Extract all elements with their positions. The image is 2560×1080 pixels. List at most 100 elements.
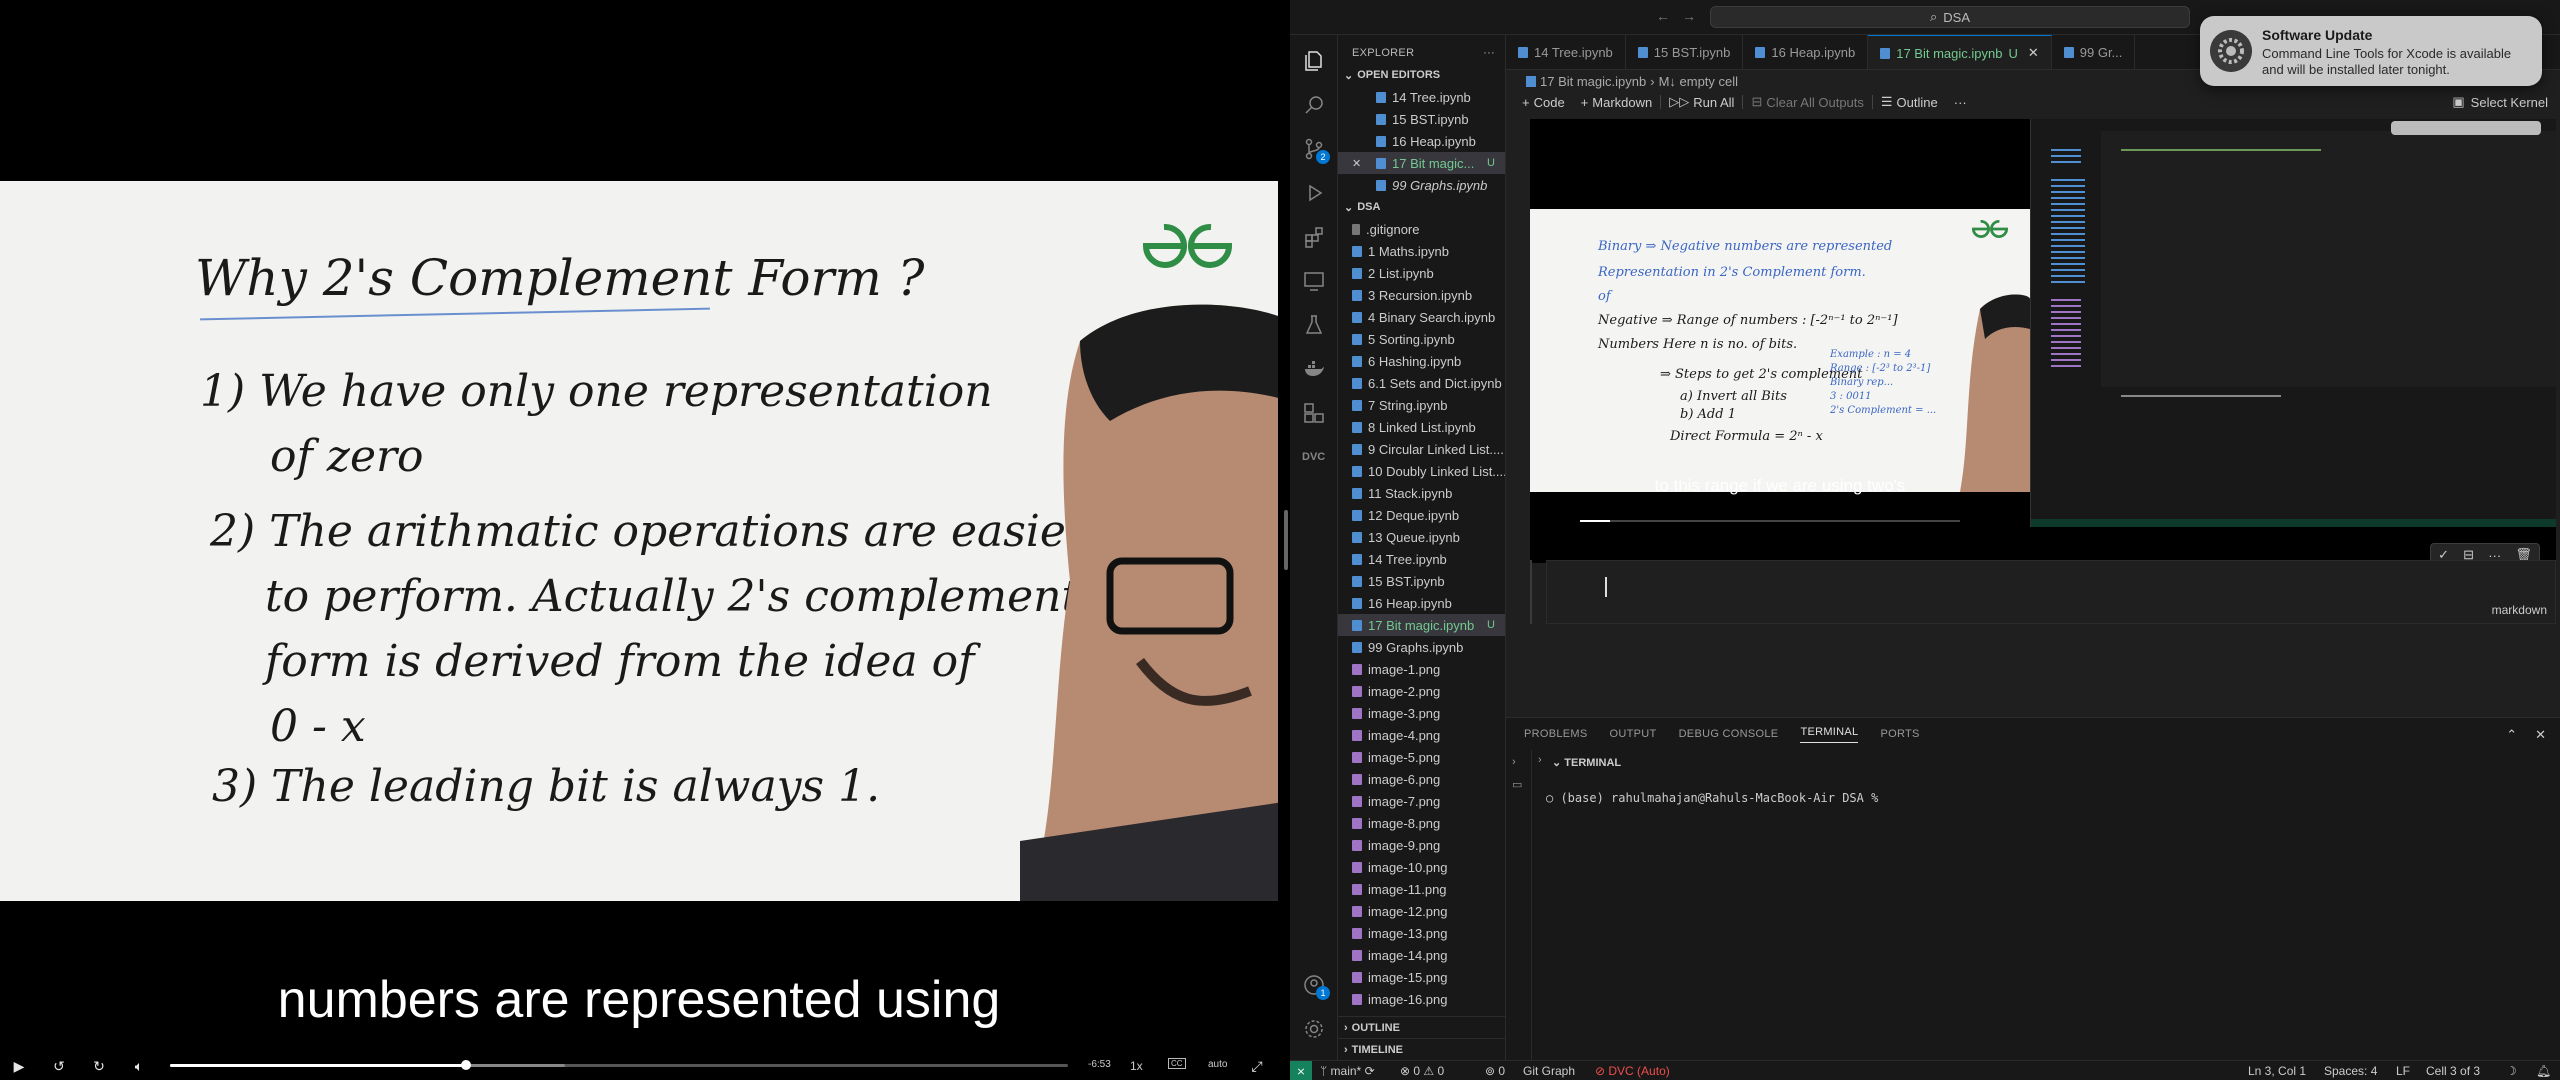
remote-indicator-icon[interactable]: ⨯ — [1290, 1061, 1312, 1080]
close-icon[interactable]: ✕ — [1352, 157, 1361, 170]
file-item[interactable]: 14 Tree.ipynb — [1338, 86, 1505, 108]
file-item[interactable]: 6.1 Sets and Dict.ipynb — [1338, 372, 1505, 394]
extensions-icon[interactable] — [1302, 225, 1326, 249]
file-item[interactable]: 16 Heap.ipynb — [1338, 130, 1505, 152]
feedback-icon[interactable]: ☽ — [2506, 1064, 2517, 1078]
file-item[interactable]: image-5.png — [1338, 746, 1505, 768]
branch-status[interactable]: ᛘ main* ⟳ — [1320, 1064, 1375, 1078]
video-progress-bar[interactable] — [170, 1060, 1068, 1070]
file-item[interactable]: image-4.png — [1338, 724, 1505, 746]
run-all-button[interactable]: ▷▷ Run All — [1661, 91, 1742, 113]
file-item[interactable]: image-16.png — [1338, 988, 1505, 1010]
terminal-icon[interactable]: ▭ — [1512, 778, 1522, 791]
file-item[interactable]: 8 Linked List.ipynb — [1338, 416, 1505, 438]
remote-explorer-icon[interactable] — [1302, 269, 1326, 293]
file-item[interactable]: 3 Recursion.ipynb — [1338, 284, 1505, 306]
panel-tab-debug-console[interactable]: DEBUG CONSOLE — [1679, 728, 1779, 740]
file-item[interactable]: 99 Graphs.ipynb — [1338, 636, 1505, 658]
more-actions-icon[interactable]: ··· — [1483, 47, 1495, 59]
file-item[interactable]: 9 Circular Linked List.... — [1338, 438, 1505, 460]
notifications-bell-icon[interactable]: 🔔︎ — [2536, 1064, 2551, 1078]
outline-section[interactable]: › OUTLINE — [1338, 1016, 1505, 1038]
ports-status[interactable]: ⊚ 0 — [1485, 1064, 1505, 1078]
open-editors-section[interactable]: ⌄ OPEN EDITORS — [1338, 64, 1505, 86]
file-item[interactable]: 17 Bit magic.ipynb U — [1338, 614, 1505, 636]
file-item[interactable]: image-3.png — [1338, 702, 1505, 724]
dvc-icon[interactable]: DVC — [1302, 445, 1326, 469]
video-frame[interactable]: Why 2's Complement Form ? 1) We have onl… — [0, 181, 1278, 901]
settings-gear-icon[interactable] — [1302, 1017, 1326, 1041]
more-actions-button[interactable]: ··· — [1946, 91, 1975, 113]
rewind-10-icon[interactable]: ↺ — [48, 1056, 70, 1076]
file-item[interactable]: 4 Binary Search.ipynb — [1338, 306, 1505, 328]
run-debug-icon[interactable] — [1302, 181, 1326, 205]
problems-status[interactable]: ⊗ 0 ⚠ 0 — [1400, 1064, 1444, 1078]
file-item[interactable]: 15 BST.ipynb — [1338, 570, 1505, 592]
add-markdown-cell-button[interactable]: + Markdown — [1573, 91, 1661, 113]
cell-indicator[interactable]: Cell 3 of 3 — [2426, 1064, 2480, 1078]
panel-tab-terminal[interactable]: TERMINAL — [1800, 726, 1859, 743]
file-item[interactable]: image-10.png — [1338, 856, 1505, 878]
end-of-line[interactable]: LF — [2396, 1064, 2410, 1078]
file-item[interactable]: image-15.png — [1338, 966, 1505, 988]
panel-tab-ports[interactable]: PORTS — [1880, 728, 1919, 740]
search-icon[interactable] — [1302, 93, 1326, 117]
select-kernel-button[interactable]: ▣ Select Kernel — [2452, 91, 2548, 113]
file-item[interactable]: 7 String.ipynb — [1338, 394, 1505, 416]
forward-arrow-icon[interactable]: → — [1682, 8, 1696, 24]
markdown-cell-editor[interactable]: markdown — [1546, 560, 2556, 624]
file-item[interactable]: 99 Graphs.ipynb — [1338, 174, 1505, 196]
file-item[interactable]: 2 List.ipynb — [1338, 262, 1505, 284]
captions-button[interactable]: CC — [1168, 1058, 1186, 1069]
editor-tab[interactable]: 15 BST.ipynb — [1626, 35, 1744, 69]
cell-language-label[interactable]: markdown — [2492, 603, 2547, 617]
quality-button[interactable]: auto — [1208, 1059, 1227, 1070]
file-item[interactable]: 14 Tree.ipynb — [1338, 548, 1505, 570]
fullscreen-icon[interactable]: ⤢ — [1246, 1056, 1268, 1076]
forward-10-icon[interactable]: ↻ — [88, 1056, 110, 1076]
file-item[interactable]: image-7.png — [1338, 790, 1505, 812]
progress-thumb[interactable] — [461, 1060, 472, 1070]
file-item[interactable]: 15 BST.ipynb — [1338, 108, 1505, 130]
add-code-cell-button[interactable]: + Code — [1514, 91, 1573, 113]
clear-outputs-button[interactable]: ⊟ Clear All Outputs — [1743, 91, 1871, 113]
maximize-panel-icon[interactable]: ⌃ — [2506, 727, 2517, 743]
file-item[interactable]: image-14.png — [1338, 944, 1505, 966]
file-item[interactable]: image-8.png — [1338, 812, 1505, 834]
file-item[interactable]: 10 Doubly Linked List.... — [1338, 460, 1505, 482]
accounts-icon[interactable]: 1 — [1302, 973, 1330, 1000]
terminal-prompt[interactable]: ○ (base) rahulmahajan@Rahuls-MacBook-Air… — [1546, 791, 1878, 805]
folder-section[interactable]: ⌄ DSA — [1338, 196, 1505, 218]
terminal-expand-icon[interactable]: › — [1538, 754, 1542, 766]
jupyter-icon[interactable] — [1302, 401, 1326, 425]
editor-tab[interactable]: 17 Bit magic.ipynb U ✕ — [1868, 35, 2052, 69]
file-item[interactable]: 13 Queue.ipynb — [1338, 526, 1505, 548]
file-item[interactable]: image-6.png — [1338, 768, 1505, 790]
close-panel-icon[interactable]: ✕ — [2535, 727, 2546, 743]
outline-button[interactable]: ☰ Outline — [1873, 91, 1946, 113]
file-item[interactable]: 11 Stack.ipynb — [1338, 482, 1505, 504]
docker-icon[interactable] — [1302, 357, 1326, 381]
source-control-icon[interactable]: 2 — [1302, 137, 1330, 164]
explorer-icon[interactable] — [1302, 49, 1326, 73]
panel-tab-problems[interactable]: PROBLEMS — [1524, 728, 1588, 740]
playback-speed-button[interactable]: 1x — [1130, 1059, 1143, 1073]
file-item[interactable]: 16 Heap.ipynb — [1338, 592, 1505, 614]
editor-tab[interactable]: 16 Heap.ipynb — [1743, 35, 1869, 69]
file-item[interactable]: 12 Deque.ipynb — [1338, 504, 1505, 526]
file-item[interactable]: 17 Bit magic... U ✕ — [1338, 152, 1505, 174]
file-item[interactable]: .gitignore — [1338, 218, 1505, 240]
breadcrumb-cell[interactable]: M↓ empty cell — [1659, 74, 1738, 89]
chevron-right-icon[interactable]: › — [1512, 756, 1516, 768]
breadcrumb-file[interactable]: 17 Bit magic.ipynb — [1540, 74, 1646, 89]
back-arrow-icon[interactable]: ← — [1656, 8, 1670, 24]
panel-tab-output[interactable]: OUTPUT — [1610, 728, 1657, 740]
command-center-search[interactable]: ⌕ DSA — [1710, 6, 2190, 28]
close-tab-icon[interactable]: ✕ — [2028, 45, 2039, 61]
file-item[interactable]: image-11.png — [1338, 878, 1505, 900]
file-item[interactable]: 1 Maths.ipynb — [1338, 240, 1505, 262]
timeline-section[interactable]: › TIMELINE — [1338, 1038, 1505, 1060]
indentation[interactable]: Spaces: 4 — [2324, 1064, 2377, 1078]
file-item[interactable]: image-13.png — [1338, 922, 1505, 944]
software-update-notification[interactable]: Software Update Command Line Tools for X… — [2200, 16, 2542, 86]
